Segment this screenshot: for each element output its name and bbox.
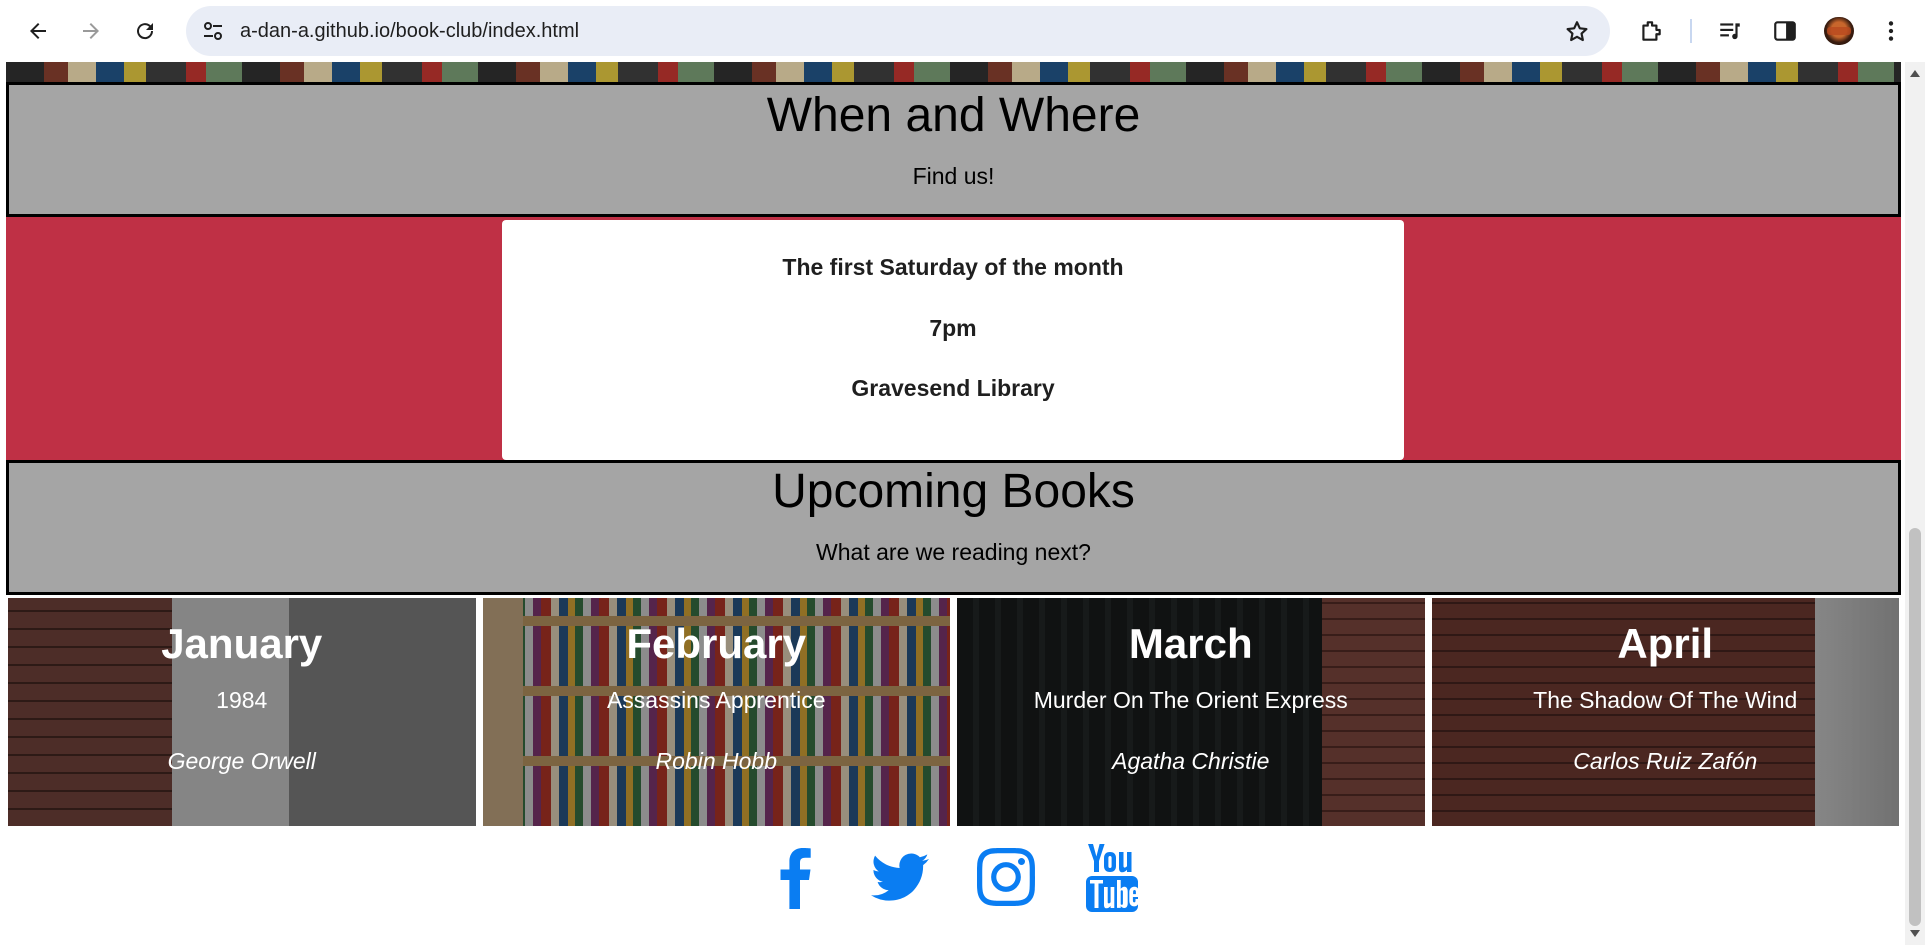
when-where-header: When and Where Find us! — [6, 82, 1901, 217]
media-controls-icon[interactable] — [1715, 16, 1745, 46]
book-author: Robin Hobb — [655, 748, 777, 774]
twitter-icon[interactable] — [847, 832, 953, 922]
side-panel-icon[interactable] — [1770, 16, 1800, 46]
upcoming-books-subheading: What are we reading next? — [816, 539, 1091, 565]
book-month: April — [1617, 620, 1714, 667]
browser-toolbar: a-dan-a.github.io/book-club/index.html — [0, 0, 1925, 62]
book-card-april: April The Shadow Of The Wind Carlos Ruiz… — [1431, 598, 1899, 826]
more-menu-icon[interactable] — [1876, 16, 1906, 46]
book-author: George Orwell — [167, 748, 316, 774]
scroll-up-arrow-icon[interactable] — [1910, 70, 1920, 77]
facebook-icon[interactable] — [741, 832, 847, 922]
scrollbar-thumb[interactable] — [1909, 528, 1921, 926]
page-scrollbar[interactable] — [1905, 62, 1925, 945]
when-where-heading: When and Where — [766, 89, 1141, 142]
profile-avatar[interactable] — [1824, 17, 1854, 45]
extensions-icon[interactable] — [1636, 16, 1666, 46]
back-icon[interactable] — [20, 13, 56, 49]
book-card-february: February Assassins Apprentice Robin Hobb — [482, 598, 950, 826]
reload-icon[interactable] — [127, 13, 163, 49]
book-author: Carlos Ruiz Zafón — [1573, 748, 1758, 774]
url-text[interactable]: a-dan-a.github.io/book-club/index.html — [240, 20, 579, 43]
when-where-subheading: Find us! — [912, 163, 995, 189]
book-month: January — [161, 620, 323, 667]
instagram-icon[interactable] — [953, 832, 1059, 922]
social-links — [0, 832, 1905, 932]
address-bar[interactable]: a-dan-a.github.io/book-club/index.html — [186, 6, 1610, 56]
site-info-icon[interactable] — [200, 18, 226, 44]
book-card-march: March Murder On The Orient Express Agath… — [957, 598, 1425, 826]
bookmark-star-icon[interactable] — [1564, 19, 1590, 45]
meeting-time: 7pm — [929, 315, 977, 341]
youtube-icon[interactable] — [1059, 832, 1165, 922]
upcoming-books-heading: Upcoming Books — [772, 465, 1135, 518]
toolbar-divider — [1690, 19, 1692, 43]
book-month: February — [626, 620, 807, 667]
meeting-day: The first Saturday of the month — [782, 254, 1124, 280]
page-viewport: When and Where Find us! The first Saturd… — [0, 62, 1905, 945]
header-bookshelf-image — [6, 62, 1901, 82]
book-author: Agatha Christie — [1112, 748, 1270, 774]
scroll-down-arrow-icon[interactable] — [1910, 930, 1920, 937]
book-title: 1984 — [216, 687, 268, 713]
upcoming-books-grid: January 1984 George Orwell February Assa… — [8, 598, 1899, 826]
book-title: The Shadow Of The Wind — [1533, 687, 1798, 713]
meeting-info-card: The first Saturday of the month 7pm Grav… — [502, 220, 1404, 460]
book-title: Murder On The Orient Express — [1033, 687, 1348, 713]
upcoming-books-header: Upcoming Books What are we reading next? — [6, 460, 1901, 595]
meeting-location: Gravesend Library — [851, 375, 1055, 401]
when-where-section: The first Saturday of the month 7pm Grav… — [6, 217, 1901, 461]
forward-icon[interactable] — [73, 13, 109, 49]
book-card-january: January 1984 George Orwell — [8, 598, 476, 826]
book-month: March — [1128, 620, 1253, 667]
book-title: Assassins Apprentice — [606, 687, 826, 713]
